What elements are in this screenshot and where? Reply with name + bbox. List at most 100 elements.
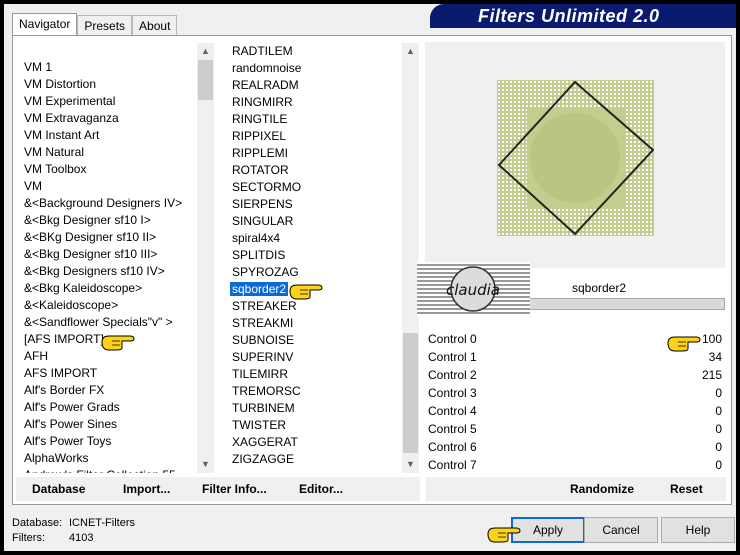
reset-button[interactable]: Reset xyxy=(670,477,703,501)
control-value[interactable]: 100 xyxy=(702,330,722,348)
control-value[interactable]: 0 xyxy=(715,456,722,474)
filter-item[interactable]: ROTATOR xyxy=(226,162,421,179)
filter-item[interactable]: SUBNOISE xyxy=(226,332,421,349)
control-label: Control 7 xyxy=(428,458,477,472)
scroll-up-icon[interactable]: ▲ xyxy=(197,43,214,60)
control-value[interactable]: 0 xyxy=(715,420,722,438)
control-label: Control 6 xyxy=(428,440,477,454)
control-row[interactable]: Control 3 0 xyxy=(425,384,725,402)
filter-item[interactable]: SPLITDIS xyxy=(226,247,421,264)
apply-button[interactable]: Apply xyxy=(511,517,585,543)
tab-presets[interactable]: Presets xyxy=(77,15,133,36)
filter-item[interactable]: SECTORMO xyxy=(226,179,421,196)
control-row[interactable]: Control 2 215 xyxy=(425,366,725,384)
filter-label: SPLITDIS xyxy=(232,248,286,262)
category-item[interactable]: &<BKg Designer sf10 II> xyxy=(16,229,213,246)
category-item[interactable]: &<Bkg Kaleidoscope> xyxy=(16,280,213,297)
category-item[interactable]: &<Sandflower Specials"v" > xyxy=(16,314,213,331)
scroll-up-icon[interactable]: ▲ xyxy=(402,43,419,60)
category-label: VM xyxy=(24,179,42,193)
control-row[interactable]: Control 5 0 xyxy=(425,420,725,438)
filter-item[interactable]: TREMORSC xyxy=(226,383,421,400)
control-value[interactable]: 0 xyxy=(715,402,722,420)
category-item[interactable]: &<Background Designers IV> xyxy=(16,195,213,212)
category-item[interactable]: &<Bkg Designer sf10 III> xyxy=(16,246,213,263)
category-label: Alf's Power Toys xyxy=(24,434,112,448)
category-list[interactable]: VM 1 VM Distortion VM Experimental VM Extra… xyxy=(16,43,213,473)
filter-label: SUBNOISE xyxy=(232,333,295,347)
filter-item[interactable]: RADTILEM xyxy=(226,43,421,60)
randomize-button[interactable]: Randomize xyxy=(570,477,634,501)
status-area: Database: ICNET-Filters Filters: 4103 xyxy=(12,516,135,546)
category-item[interactable]: Andrew's Filter Collection 55 xyxy=(16,467,213,473)
control-value[interactable]: 215 xyxy=(702,366,722,384)
category-item[interactable]: Alf's Power Sines xyxy=(16,416,213,433)
control-value[interactable]: 0 xyxy=(715,438,722,456)
category-item[interactable]: VM Experimental xyxy=(16,93,213,110)
category-item[interactable]: &<Bkg Designer sf10 I> xyxy=(16,212,213,229)
category-item[interactable]: &<Kaleidoscope> xyxy=(16,297,213,314)
filter-item[interactable]: RINGTILE xyxy=(226,111,421,128)
editor-button[interactable]: Editor... xyxy=(299,477,343,501)
filter-label: SUPERINV xyxy=(232,350,294,364)
category-scrollbar[interactable]: ▲ ▼ xyxy=(197,43,214,473)
filter-label: SINGULAR xyxy=(232,214,294,228)
category-item[interactable]: AlphaWorks xyxy=(16,450,213,467)
filter-scrollbar[interactable]: ▲ ▼ xyxy=(402,43,419,473)
category-item[interactable]: VM Instant Art xyxy=(16,127,213,144)
tab-about[interactable]: About xyxy=(132,15,178,36)
cancel-button[interactable]: Cancel xyxy=(584,517,658,543)
category-item[interactable]: VM Toolbox xyxy=(16,161,213,178)
control-value[interactable]: 0 xyxy=(715,384,722,402)
category-item[interactable]: AFS IMPORT xyxy=(16,365,213,382)
scroll-down-icon[interactable]: ▼ xyxy=(402,456,419,473)
category-item[interactable]: VM Natural xyxy=(16,144,213,161)
filter-item[interactable]: TWISTER xyxy=(226,417,421,434)
category-item[interactable]: &<Bkg Designers sf10 IV> xyxy=(16,263,213,280)
filter-item[interactable]: SPYROZAG xyxy=(226,264,421,281)
filter-item[interactable]: SINGULAR xyxy=(226,213,421,230)
category-item[interactable]: VM Distortion xyxy=(16,76,213,93)
filter-item[interactable]: randomnoise xyxy=(226,60,421,77)
category-label: VM Experimental xyxy=(24,94,116,108)
category-item[interactable]: VM Extravaganza xyxy=(16,110,213,127)
control-row[interactable]: Control 7 0 xyxy=(425,456,725,474)
filter-item[interactable]: RINGMIRR xyxy=(226,94,421,111)
scroll-thumb[interactable] xyxy=(403,333,418,453)
help-button[interactable]: Help xyxy=(661,517,735,543)
filter-label: TREMORSC xyxy=(232,384,301,398)
database-button[interactable]: Database xyxy=(32,477,85,501)
control-value[interactable]: 34 xyxy=(709,348,722,366)
category-item[interactable]: VM xyxy=(16,178,213,195)
filter-item[interactable]: TURBINEM xyxy=(226,400,421,417)
filter-item[interactable]: ZIGZAGGE xyxy=(226,451,421,468)
filter-item[interactable]: REALRADM xyxy=(226,77,421,94)
filter-label: XAGGERAT xyxy=(232,435,298,449)
preview-image xyxy=(497,80,654,236)
claudia-watermark-logo: claudia xyxy=(417,262,530,316)
control-row[interactable]: Control 4 0 xyxy=(425,402,725,420)
import-button[interactable]: Import... xyxy=(123,477,170,501)
filter-item[interactable]: SUPERINV xyxy=(226,349,421,366)
filter-item[interactable]: STREAKER xyxy=(226,298,421,315)
filter-item[interactable]: spiral4x4 xyxy=(226,230,421,247)
category-item[interactable]: Alf's Power Grads xyxy=(16,399,213,416)
filter-item[interactable]: TILEMIRR xyxy=(226,366,421,383)
filter-item[interactable]: STREAKMI xyxy=(226,315,421,332)
control-row[interactable]: Control 6 0 xyxy=(425,438,725,456)
category-label: VM Instant Art xyxy=(24,128,100,142)
right-toolbar: Randomize Reset xyxy=(426,477,726,501)
filter-info-button[interactable]: Filter Info... xyxy=(202,477,267,501)
filter-item[interactable]: RIPPLEMI xyxy=(226,145,421,162)
category-item[interactable]: Alf's Border FX xyxy=(16,382,213,399)
scroll-thumb[interactable] xyxy=(198,60,213,100)
category-item[interactable]: VM 1 xyxy=(16,59,213,76)
filter-item[interactable]: SIERPENS xyxy=(226,196,421,213)
filter-list[interactable]: RADTILEM randomnoise REALRADM RINGMIRR RINGT… xyxy=(226,43,421,473)
scroll-down-icon[interactable]: ▼ xyxy=(197,456,214,473)
category-item[interactable]: Alf's Power Toys xyxy=(16,433,213,450)
filter-label: spiral4x4 xyxy=(232,231,281,245)
filter-item[interactable]: XAGGERAT xyxy=(226,434,421,451)
tab-navigator[interactable]: Navigator xyxy=(12,13,78,36)
filter-item[interactable]: RIPPIXEL xyxy=(226,128,421,145)
